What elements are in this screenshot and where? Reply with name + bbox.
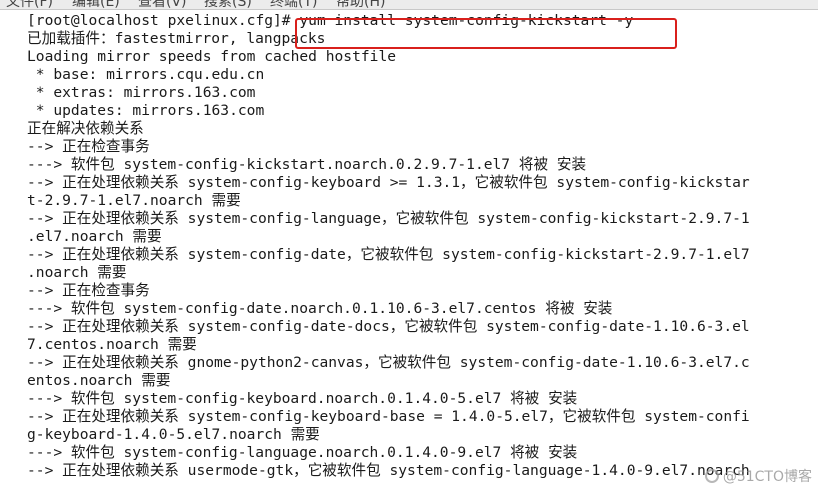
terminal-line: --> 正在处理依赖关系 system-config-keyboard-base… (27, 408, 750, 425)
menu-search[interactable]: 搜索(S) (204, 0, 252, 9)
terminal-line: 7.centos.noarch 需要 (27, 336, 197, 353)
menu-bar: 文件(F) 编辑(E) 查看(V) 搜索(S) 终端(T) 帮助(H) (0, 0, 818, 10)
terminal-line: t-2.9.7-1.el7.noarch 需要 (27, 192, 241, 209)
watermark: @51CTO博客 (704, 468, 812, 486)
terminal-line: --> 正在处理依赖关系 system-config-language，它被软件… (27, 210, 750, 227)
watermark-logo-icon (704, 469, 719, 483)
menu-terminal[interactable]: 终端(T) (270, 0, 317, 9)
terminal-line: * extras: mirrors.163.com (27, 84, 256, 101)
terminal-line: 已加载插件：fastestmirror, langpacks (27, 30, 326, 47)
terminal-line: ---> 软件包 system-config-language.noarch.0… (27, 444, 578, 461)
terminal-line: ---> 软件包 system-config-date.noarch.0.1.1… (27, 300, 613, 317)
terminal-line: .el7.noarch 需要 (27, 228, 162, 245)
terminal-output[interactable]: [root@localhost pxelinux.cfg]# yum insta… (0, 10, 818, 490)
menu-view[interactable]: 查看(V) (138, 0, 187, 9)
terminal-line: entos.noarch 需要 (27, 372, 171, 389)
terminal-line: --> 正在处理依赖关系 system-config-date，它被软件包 sy… (27, 246, 750, 263)
menu-edit[interactable]: 编辑(E) (72, 0, 120, 9)
terminal-line: * base: mirrors.cqu.edu.cn (27, 66, 265, 83)
terminal-line: --> 正在检查事务 (27, 282, 150, 299)
terminal-line: --> 正在检查事务 (27, 138, 150, 155)
terminal-window: 文件(F) 编辑(E) 查看(V) 搜索(S) 终端(T) 帮助(H) [roo… (0, 0, 818, 490)
terminal-line: ---> 软件包 system-config-keyboard.noarch.0… (27, 390, 578, 407)
terminal-line: --> 正在处理依赖关系 system-config-keyboard >= 1… (27, 174, 750, 191)
menu-file[interactable]: 文件(F) (6, 0, 53, 9)
terminal-line: Loading mirror speeds from cached hostfi… (27, 48, 397, 65)
terminal-line: --> 正在处理依赖关系 system-config-date-docs，它被软… (27, 318, 750, 335)
terminal-line: --> 正在处理依赖关系 gnome-python2-canvas，它被软件包 … (27, 354, 750, 371)
command-highlight-box (295, 18, 677, 49)
watermark-text: @51CTO博客 (722, 469, 812, 485)
terminal-line: .noarch 需要 (27, 264, 127, 281)
terminal-line: g-keyboard-1.4.0-5.el7.noarch 需要 (27, 426, 320, 443)
menu-help[interactable]: 帮助(H) (336, 0, 385, 9)
terminal-line: --> 正在处理依赖关系 usermode-gtk，它被软件包 system-c… (27, 462, 750, 479)
terminal-line: 正在解决依赖关系 (27, 120, 144, 137)
terminal-line: ---> 软件包 system-config-kickstart.noarch.… (27, 156, 587, 173)
terminal-line: * updates: mirrors.163.com (27, 102, 265, 119)
